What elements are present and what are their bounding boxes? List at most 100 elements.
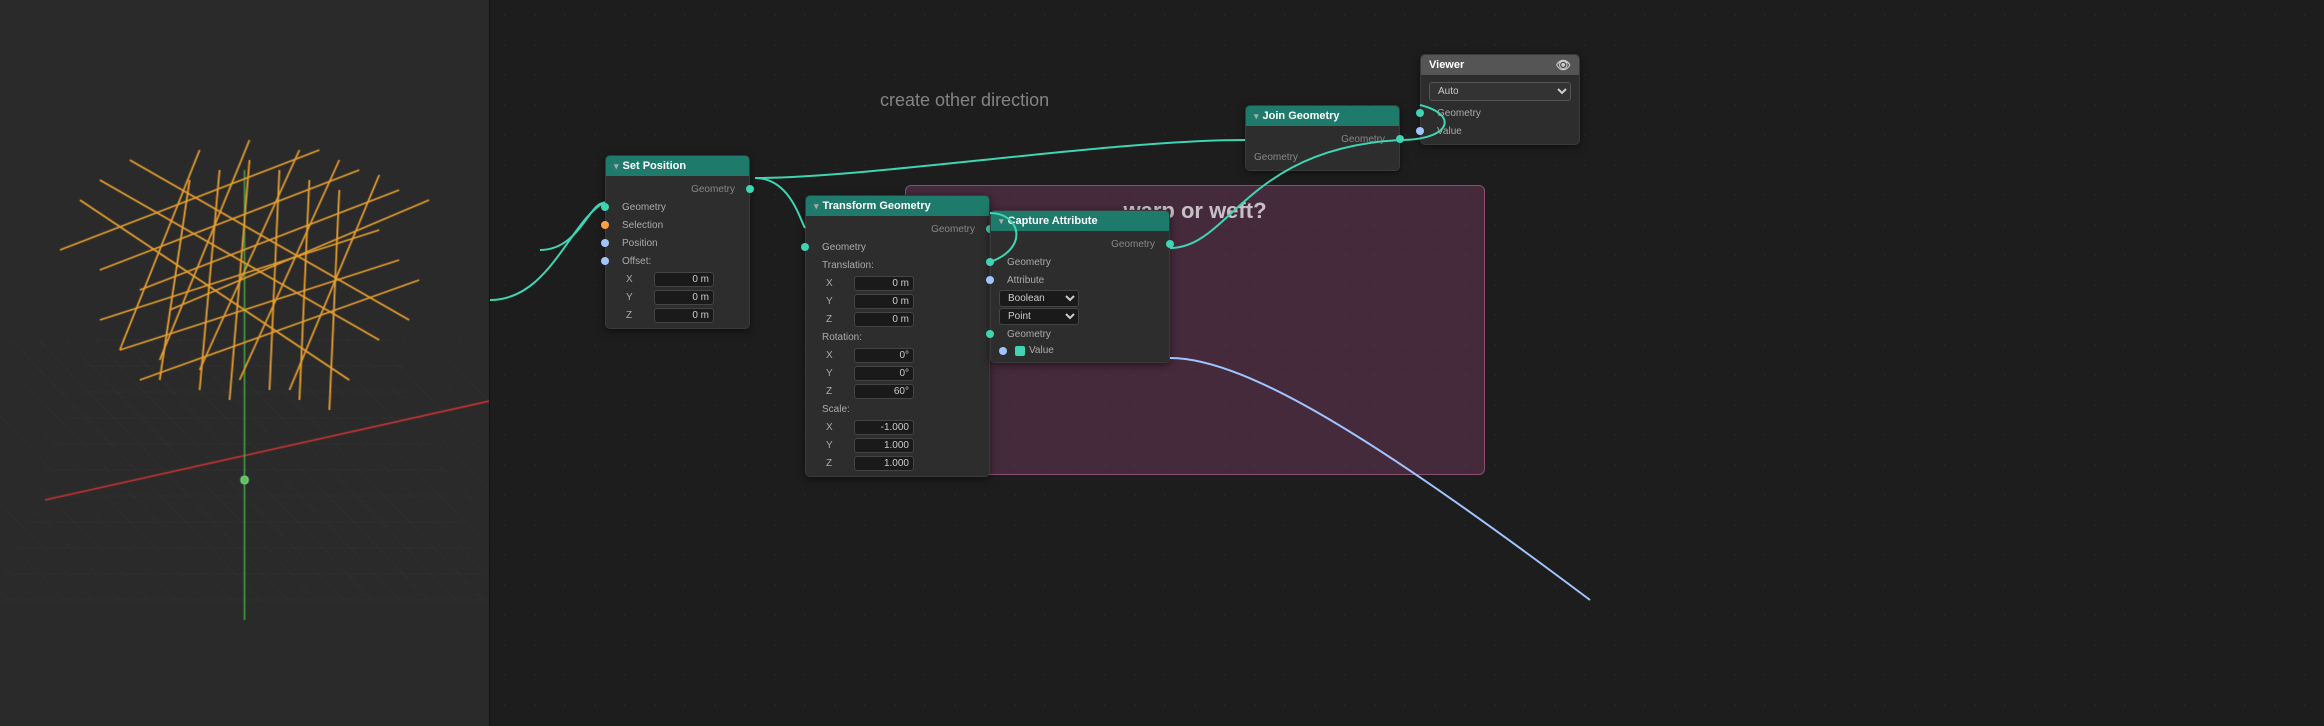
tg-scale-label-row: Scale: <box>806 400 989 418</box>
tg-trans-x-label: X <box>826 278 846 289</box>
ca-value-label: Value <box>1029 345 1054 356</box>
input-selection-socket[interactable] <box>601 221 609 229</box>
output-geometry-socket[interactable] <box>746 185 754 193</box>
viewer-auto-select[interactable]: Auto Float Vector <box>1429 82 1571 101</box>
offset-x-input[interactable] <box>654 272 714 287</box>
node-transform-header[interactable]: ▾ Transform Geometry <box>806 196 989 216</box>
node-viewer-title: Viewer <box>1429 59 1464 71</box>
tg-input-label: Geometry <box>814 242 866 253</box>
tg-trans-y-input[interactable] <box>854 294 914 309</box>
tg-trans-z-label: Z <box>826 314 846 325</box>
node-capture-attribute: ▾ Capture Attribute Geometry Geometry At… <box>990 210 1170 363</box>
ca-out-geo2-label: Geometry <box>999 329 1051 340</box>
tg-scale-y-row: Y <box>806 436 989 454</box>
ca-in-attr-socket[interactable] <box>986 276 994 284</box>
tg-rot-label: Rotation: <box>814 332 862 343</box>
chevron-icon: ▾ <box>614 161 619 172</box>
tg-trans-z-input[interactable] <box>854 312 914 327</box>
tg-scale-z-row: Z <box>806 454 989 472</box>
tg-scale-x-label: X <box>826 422 846 433</box>
ca-out-geo2-row: Geometry <box>991 325 1169 343</box>
wire-setpos-to-transform <box>755 178 805 228</box>
tg-rot-y-label: Y <box>826 368 846 379</box>
node-viewer: Viewer 👁 Auto Float Vector Geometry Valu… <box>1420 54 1580 145</box>
node-set-position-title: Set Position <box>623 160 687 172</box>
node-set-position-header[interactable]: ▾ Set Position <box>606 156 749 176</box>
offset-z-input[interactable] <box>654 308 714 323</box>
input-geometry-socket[interactable] <box>601 203 609 211</box>
input-position-row: Position <box>606 234 749 252</box>
viewer-auto-row: Auto Float Vector <box>1421 79 1579 104</box>
jg-in-label: Geometry <box>1254 152 1298 163</box>
input-offset-row: Offset: <box>606 252 749 270</box>
ca-out-geo-label: Geometry <box>1111 239 1155 250</box>
input-selection-label: Selection <box>614 220 663 231</box>
ca-type-row: Boolean Float Integer Vector <box>991 289 1169 307</box>
tg-scale-z-input[interactable] <box>854 456 914 471</box>
jg-out-label: Geometry <box>1341 134 1385 145</box>
tg-trans-label-row: Translation: <box>806 256 989 274</box>
viewer-value-socket[interactable] <box>1416 127 1424 135</box>
tg-rot-z-label: Z <box>826 386 846 397</box>
wire-setpos-to-join <box>755 140 1245 178</box>
ca-value-socket[interactable] <box>999 347 1007 355</box>
offset-z-label: Z <box>626 310 646 321</box>
ca-type-dropdown[interactable]: Boolean Float Integer Vector <box>999 290 1079 307</box>
node-capture-header[interactable]: ▾ Capture Attribute <box>991 211 1169 231</box>
tg-rot-z-input[interactable] <box>854 384 914 399</box>
tg-rot-x-row: X <box>806 346 989 364</box>
viewer-value-row: Value <box>1421 122 1579 140</box>
ca-out-geo-socket[interactable] <box>1166 240 1174 248</box>
node-join-header[interactable]: ▾ Join Geometry <box>1246 106 1399 126</box>
ca-domain-dropdown[interactable]: Point Edge Face <box>999 308 1079 325</box>
tg-trans-y-row: Y <box>806 292 989 310</box>
tg-rot-y-row: Y <box>806 364 989 382</box>
output-geometry-label: Geometry <box>691 184 735 195</box>
tg-scale-y-input[interactable] <box>854 438 914 453</box>
node-set-position: ▾ Set Position Geometry Geometry Selecti… <box>605 155 750 329</box>
tg-trans-x-input[interactable] <box>854 276 914 291</box>
node-set-position-body: Geometry Geometry Selection Position Off… <box>606 176 749 328</box>
background-label: create other direction <box>880 90 1049 111</box>
offset-z-row: Z <box>606 306 749 324</box>
node-editor[interactable]: create other direction warp or weft? ▾ S… <box>490 0 2324 726</box>
jg-in-row: Geometry <box>1246 148 1399 166</box>
offset-y-row: Y <box>606 288 749 306</box>
ca-in-attr-label: Attribute <box>999 275 1044 286</box>
3d-viewport[interactable] <box>0 0 490 726</box>
tg-rot-label-row: Rotation: <box>806 328 989 346</box>
input-offset-label: Offset: <box>614 256 651 267</box>
tg-input-socket[interactable] <box>801 243 809 251</box>
ca-in-geo-row: Geometry <box>991 253 1169 271</box>
input-offset-socket[interactable] <box>601 257 609 265</box>
tg-scale-x-input[interactable] <box>854 420 914 435</box>
input-geometry-label: Geometry <box>614 202 666 213</box>
ca-out-geo2-socket[interactable] <box>986 330 994 338</box>
ca-domain-row: Point Edge Face <box>991 307 1169 325</box>
tg-output-label: Geometry <box>931 224 975 235</box>
tg-output-row: Geometry <box>806 220 989 238</box>
offset-x-row: X <box>606 270 749 288</box>
node-capture-body: Geometry Geometry Attribute Boolean Floa… <box>991 231 1169 362</box>
viewer-geo-row: Geometry <box>1421 104 1579 122</box>
tg-rot-y-input[interactable] <box>854 366 914 381</box>
tg-rot-x-input[interactable] <box>854 348 914 363</box>
ca-in-geo-socket[interactable] <box>986 258 994 266</box>
output-geometry-row: Geometry <box>606 180 749 198</box>
ca-value-checkbox[interactable] <box>1015 346 1025 356</box>
viewer-geo-socket[interactable] <box>1416 109 1424 117</box>
node-capture-title: Capture Attribute <box>1008 215 1098 227</box>
ca-value-row: Value <box>991 343 1169 358</box>
viewer-value-label: Value <box>1429 126 1462 137</box>
node-viewer-header[interactable]: Viewer 👁 <box>1421 55 1579 75</box>
chevron-icon: ▾ <box>814 201 819 212</box>
jg-out-socket[interactable] <box>1396 135 1404 143</box>
jg-out-row: Geometry <box>1246 130 1399 148</box>
offset-y-input[interactable] <box>654 290 714 305</box>
input-geometry-row: Geometry <box>606 198 749 216</box>
input-position-socket[interactable] <box>601 239 609 247</box>
node-transform-body: Geometry Geometry Translation: X Y Z <box>806 216 989 476</box>
node-join-title: Join Geometry <box>1263 110 1340 122</box>
eye-icon: 👁 <box>1556 58 1571 72</box>
tg-input-row: Geometry <box>806 238 989 256</box>
